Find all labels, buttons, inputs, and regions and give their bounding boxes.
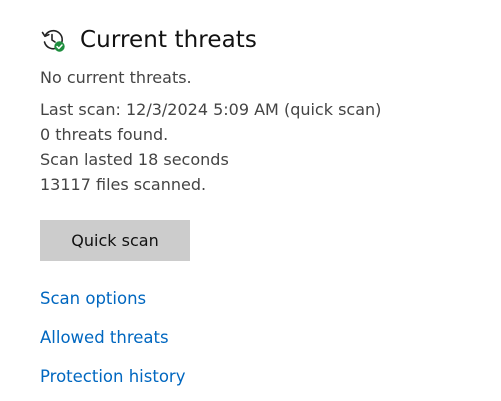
files-scanned-text: 13117 files scanned.: [40, 175, 207, 194]
quick-scan-button[interactable]: Quick scan: [40, 220, 190, 261]
allowed-threats-link[interactable]: Allowed threats: [40, 328, 169, 347]
threats-found-text: 0 threats found.: [40, 125, 169, 144]
scan-duration-text: Scan lasted 18 seconds: [40, 150, 229, 169]
last-scan-text: Last scan: 12/3/2024 5:09 AM (quick scan…: [40, 100, 382, 119]
section-header: Current threats: [40, 24, 257, 56]
threat-status-text: No current threats.: [40, 68, 192, 87]
scan-info: Last scan: 12/3/2024 5:09 AM (quick scan…: [40, 97, 381, 197]
page-title: Current threats: [80, 27, 257, 53]
scan-options-link[interactable]: Scan options: [40, 289, 146, 308]
scan-clock-check-icon: [40, 27, 66, 53]
protection-history-link[interactable]: Protection history: [40, 367, 185, 386]
